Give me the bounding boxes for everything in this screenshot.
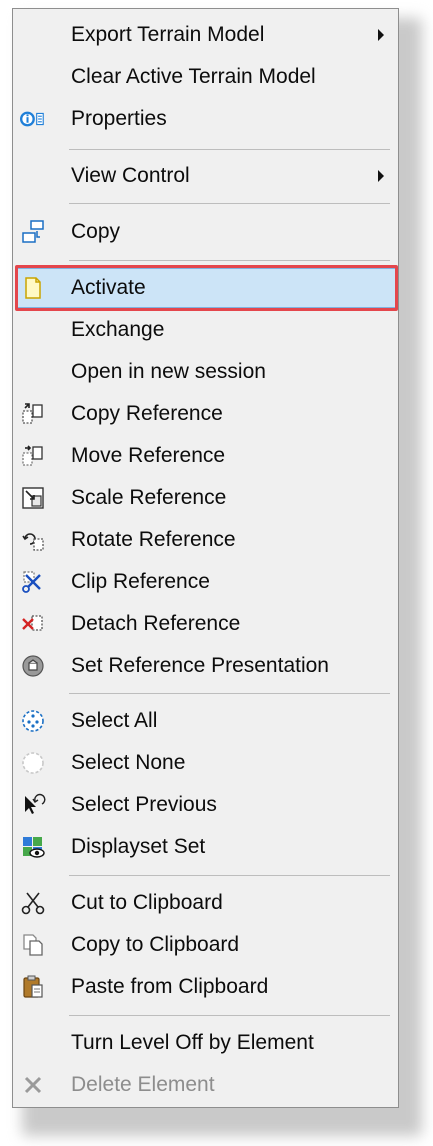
menu-item-copy[interactable]: Copy xyxy=(13,212,398,252)
detach-reference-icon xyxy=(20,611,46,637)
menu-item-label: Cut to Clipboard xyxy=(71,891,223,914)
menu-item-label: Exchange xyxy=(71,318,165,341)
presentation-icon xyxy=(20,653,46,679)
delete-icon xyxy=(20,1072,46,1098)
activate-icon xyxy=(20,275,46,301)
context-menu: Export Terrain Model Clear Active Terrai… xyxy=(12,8,399,1108)
menu-item-label: Paste from Clipboard xyxy=(71,975,269,998)
menu-item-label: Select Previous xyxy=(71,793,217,816)
submenu-arrow-icon xyxy=(378,29,384,41)
select-none-icon xyxy=(20,750,46,776)
menu-item-properties[interactable]: Properties xyxy=(13,99,398,139)
paste-icon xyxy=(20,974,46,1000)
menu-item-copy-reference[interactable]: Copy Reference xyxy=(13,394,398,434)
menu-item-label: Clip Reference xyxy=(71,570,210,593)
menu-item-label: Set Reference Presentation xyxy=(71,654,329,677)
clip-reference-icon xyxy=(20,569,46,595)
menu-separator xyxy=(69,149,390,150)
menu-item-label: View Control xyxy=(71,164,190,187)
menu-item-turn-level-off-by-element[interactable]: Turn Level Off by Element xyxy=(13,1023,398,1063)
menu-item-activate[interactable]: Activate xyxy=(15,265,398,311)
menu-item-scale-reference[interactable]: Scale Reference xyxy=(13,478,398,518)
menu-separator xyxy=(69,875,390,876)
menu-item-label: Activate xyxy=(71,276,146,299)
menu-item-label: Copy xyxy=(71,220,121,243)
menu-item-label: Open in new session xyxy=(71,360,266,383)
menu-item-select-none[interactable]: Select None xyxy=(13,743,398,783)
menu-item-paste-from-clipboard[interactable]: Paste from Clipboard xyxy=(13,967,398,1007)
menu-item-clip-reference[interactable]: Clip Reference xyxy=(13,562,398,602)
menu-item-label: Turn Level Off by Element xyxy=(71,1031,314,1054)
menu-item-set-reference-presentation[interactable]: Set Reference Presentation xyxy=(13,646,398,686)
select-all-icon xyxy=(20,708,46,734)
scale-reference-icon xyxy=(20,485,46,511)
menu-item-label: Copy to Clipboard xyxy=(71,933,240,956)
move-reference-icon xyxy=(20,443,46,469)
menu-item-displayset-set[interactable]: Displayset Set xyxy=(13,827,398,867)
menu-item-copy-to-clipboard[interactable]: Copy to Clipboard xyxy=(13,925,398,965)
menu-item-export-terrain-model[interactable]: Export Terrain Model xyxy=(13,15,398,55)
menu-item-cut-to-clipboard[interactable]: Cut to Clipboard xyxy=(13,883,398,923)
menu-separator xyxy=(69,693,390,694)
select-previous-icon xyxy=(20,792,46,818)
menu-item-label: Export Terrain Model xyxy=(71,23,265,46)
submenu-arrow-icon xyxy=(378,170,384,182)
menu-separator xyxy=(69,203,390,204)
menu-item-label: Delete Element xyxy=(71,1073,215,1096)
copy-clipboard-icon xyxy=(20,932,46,958)
menu-item-label: Move Reference xyxy=(71,444,226,467)
menu-separator xyxy=(69,260,390,261)
copy-reference-icon xyxy=(20,401,46,427)
menu-separator xyxy=(69,1015,390,1016)
menu-item-label: Clear Active Terrain Model xyxy=(71,65,316,88)
copy-icon xyxy=(20,219,46,245)
menu-item-label: Displayset Set xyxy=(71,835,206,858)
menu-item-exchange[interactable]: Exchange xyxy=(13,310,398,350)
menu-item-move-reference[interactable]: Move Reference xyxy=(13,436,398,476)
menu-item-delete-element: Delete Element xyxy=(13,1065,398,1105)
menu-item-view-control[interactable]: View Control xyxy=(13,156,398,196)
displayset-icon xyxy=(20,834,46,860)
menu-item-clear-active-terrain-model[interactable]: Clear Active Terrain Model xyxy=(13,57,398,97)
menu-item-detach-reference[interactable]: Detach Reference xyxy=(13,604,398,644)
properties-icon xyxy=(20,106,46,132)
menu-item-label: Scale Reference xyxy=(71,486,227,509)
menu-item-label: Properties xyxy=(71,107,167,130)
menu-item-label: Rotate Reference xyxy=(71,528,236,551)
menu-item-rotate-reference[interactable]: Rotate Reference xyxy=(13,520,398,560)
scissors-icon xyxy=(20,890,46,916)
menu-item-select-all[interactable]: Select All xyxy=(13,701,398,741)
menu-item-select-previous[interactable]: Select Previous xyxy=(13,785,398,825)
menu-item-label: Select None xyxy=(71,751,186,774)
rotate-reference-icon xyxy=(20,527,46,553)
menu-item-label: Copy Reference xyxy=(71,402,223,425)
menu-item-label: Detach Reference xyxy=(71,612,241,635)
menu-item-label: Select All xyxy=(71,709,158,732)
menu-item-open-in-new-session[interactable]: Open in new session xyxy=(13,352,398,392)
